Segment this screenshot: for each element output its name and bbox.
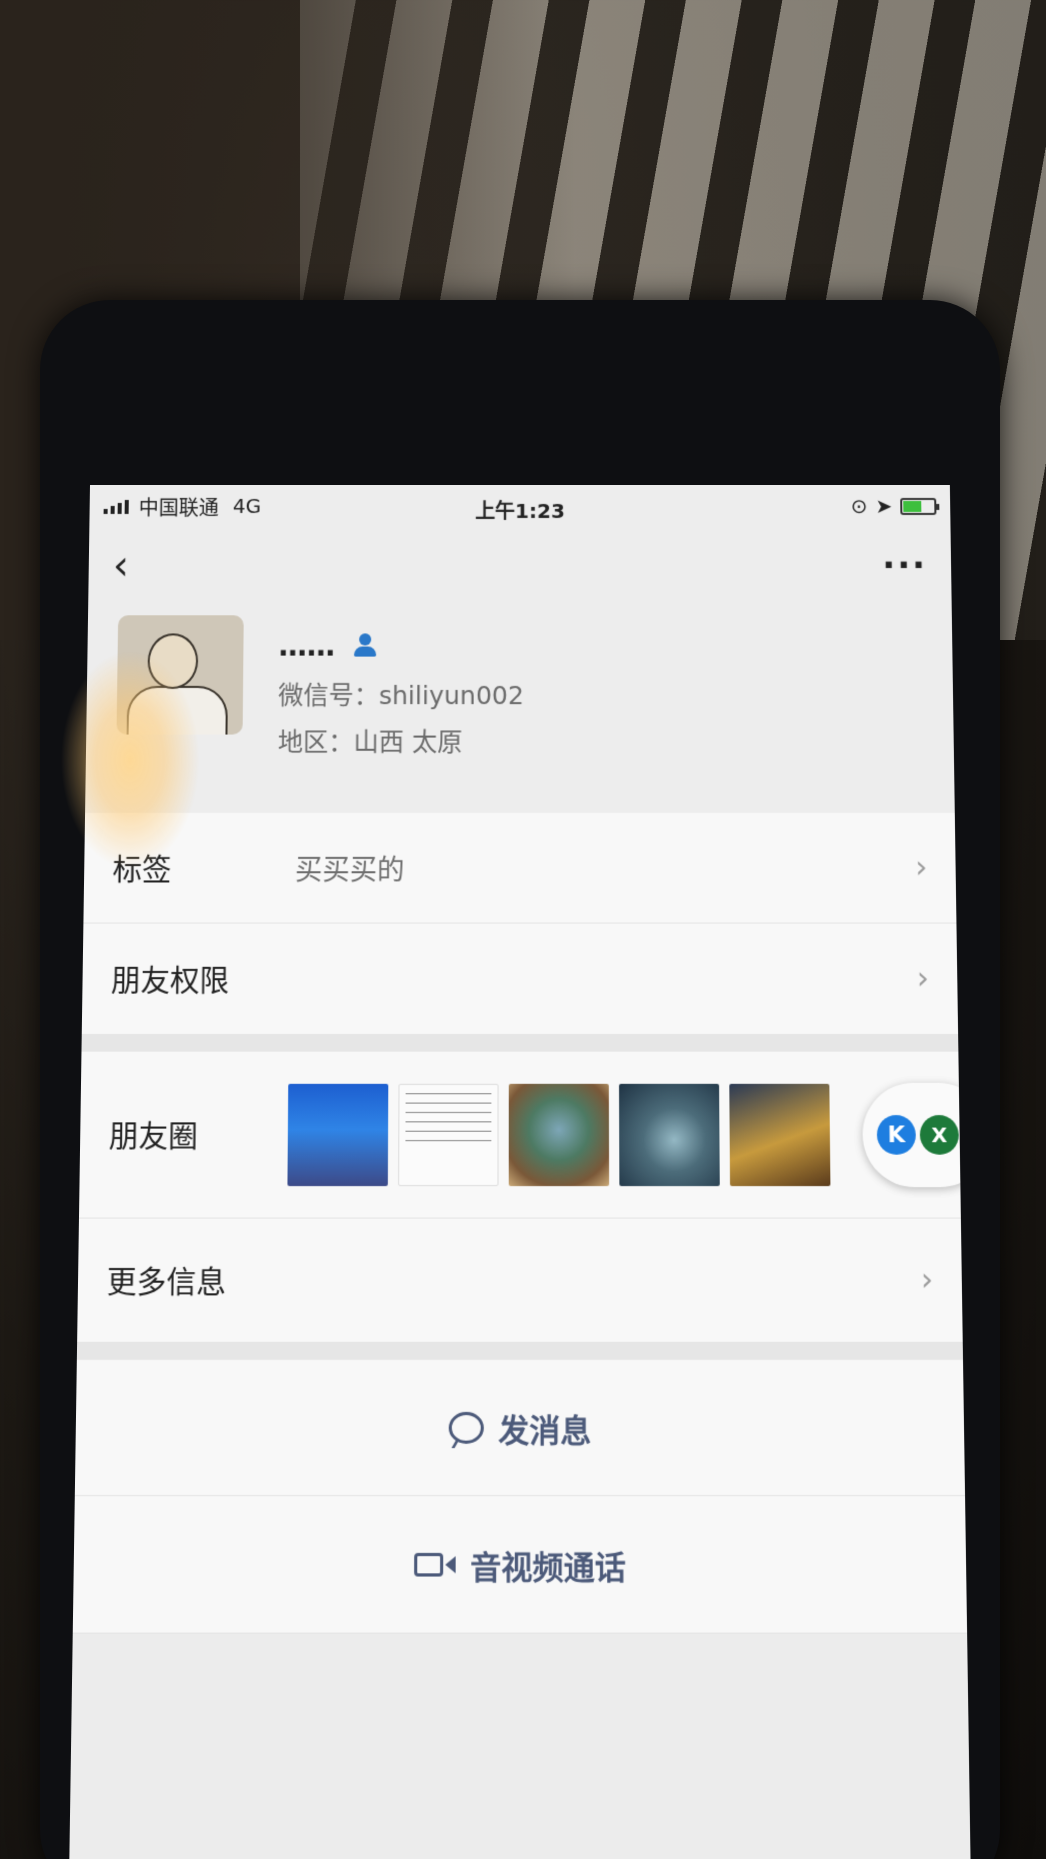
profile-info: …… 微信号：shiliyun002 地区：山西 太原 xyxy=(278,615,924,762)
tags-row[interactable]: 标签 买买买的 › xyxy=(83,813,956,924)
moments-photo-succulents xyxy=(619,1083,720,1185)
section-divider xyxy=(77,1343,963,1360)
battery-fill xyxy=(903,500,921,511)
nickname: …… xyxy=(278,628,336,663)
moments-photo-succulent xyxy=(509,1083,609,1185)
chevron-right-icon: › xyxy=(920,1261,934,1299)
floating-app-bubble[interactable]: K X xyxy=(862,1083,972,1187)
location-icon: ➤ xyxy=(875,493,893,518)
signal-icon xyxy=(104,498,129,514)
video-call-button[interactable]: 音视频通话 xyxy=(73,1496,968,1634)
permissions-row[interactable]: 朋友权限 › xyxy=(82,924,959,1035)
avatar-head-shape xyxy=(147,633,198,689)
permissions-label: 朋友权限 xyxy=(110,963,230,999)
avatar[interactable] xyxy=(117,615,244,734)
k-app-icon[interactable]: K xyxy=(877,1115,916,1155)
x-app-icon[interactable]: X xyxy=(920,1115,959,1155)
video-camera-icon xyxy=(414,1552,456,1576)
more-info-label: 更多信息 xyxy=(106,1264,227,1301)
send-message-button[interactable]: 发消息 xyxy=(75,1360,965,1496)
moments-photo-table xyxy=(398,1083,498,1185)
moments-row[interactable]: 朋友圈 K X xyxy=(79,1052,961,1219)
moments-photo-terrarium xyxy=(729,1083,830,1185)
status-icons: ⊙ ➤ xyxy=(851,494,937,518)
moments-photo-ad xyxy=(287,1083,388,1185)
video-call-label: 音视频通话 xyxy=(470,1549,626,1587)
chat-bubble-icon xyxy=(449,1411,484,1443)
section-divider xyxy=(81,1035,958,1052)
person-icon xyxy=(353,633,377,657)
nickname-row: …… xyxy=(278,625,922,665)
empty-area xyxy=(68,1634,971,1859)
avatar-body-shape xyxy=(126,686,228,735)
chevron-right-icon: › xyxy=(914,849,928,886)
moments-photos xyxy=(287,1083,830,1185)
region: 地区：山西 太原 xyxy=(277,727,463,757)
tags-value: 买买买的 xyxy=(294,854,405,887)
more-dots-icon[interactable]: ··· xyxy=(882,546,927,586)
carrier-name: 中国联通 xyxy=(138,495,219,520)
more-info-row[interactable]: 更多信息 › xyxy=(77,1219,963,1343)
chevron-left-icon[interactable]: ‹ xyxy=(113,546,130,586)
moments-label: 朋友圈 xyxy=(108,1118,199,1155)
phone-screen: 中国联通 4G 上午1:23 ⊙ ➤ ‹ ··· …… 微信号：shiliyun… xyxy=(68,485,971,1859)
network-type: 4G xyxy=(232,493,262,518)
chevron-right-icon: › xyxy=(916,960,930,997)
send-message-label: 发消息 xyxy=(498,1412,592,1450)
profile-header: …… 微信号：shiliyun002 地区：山西 太原 xyxy=(85,605,955,813)
battery-icon xyxy=(900,497,936,514)
wechat-id: 微信号：shiliyun002 xyxy=(278,680,524,711)
orientation-lock-icon: ⊙ xyxy=(850,493,868,518)
navigation-bar: ‹ ··· xyxy=(88,527,952,605)
status-bar: 中国联通 4G 上午1:23 ⊙ ➤ xyxy=(89,485,950,527)
tags-label: 标签 xyxy=(112,852,172,888)
